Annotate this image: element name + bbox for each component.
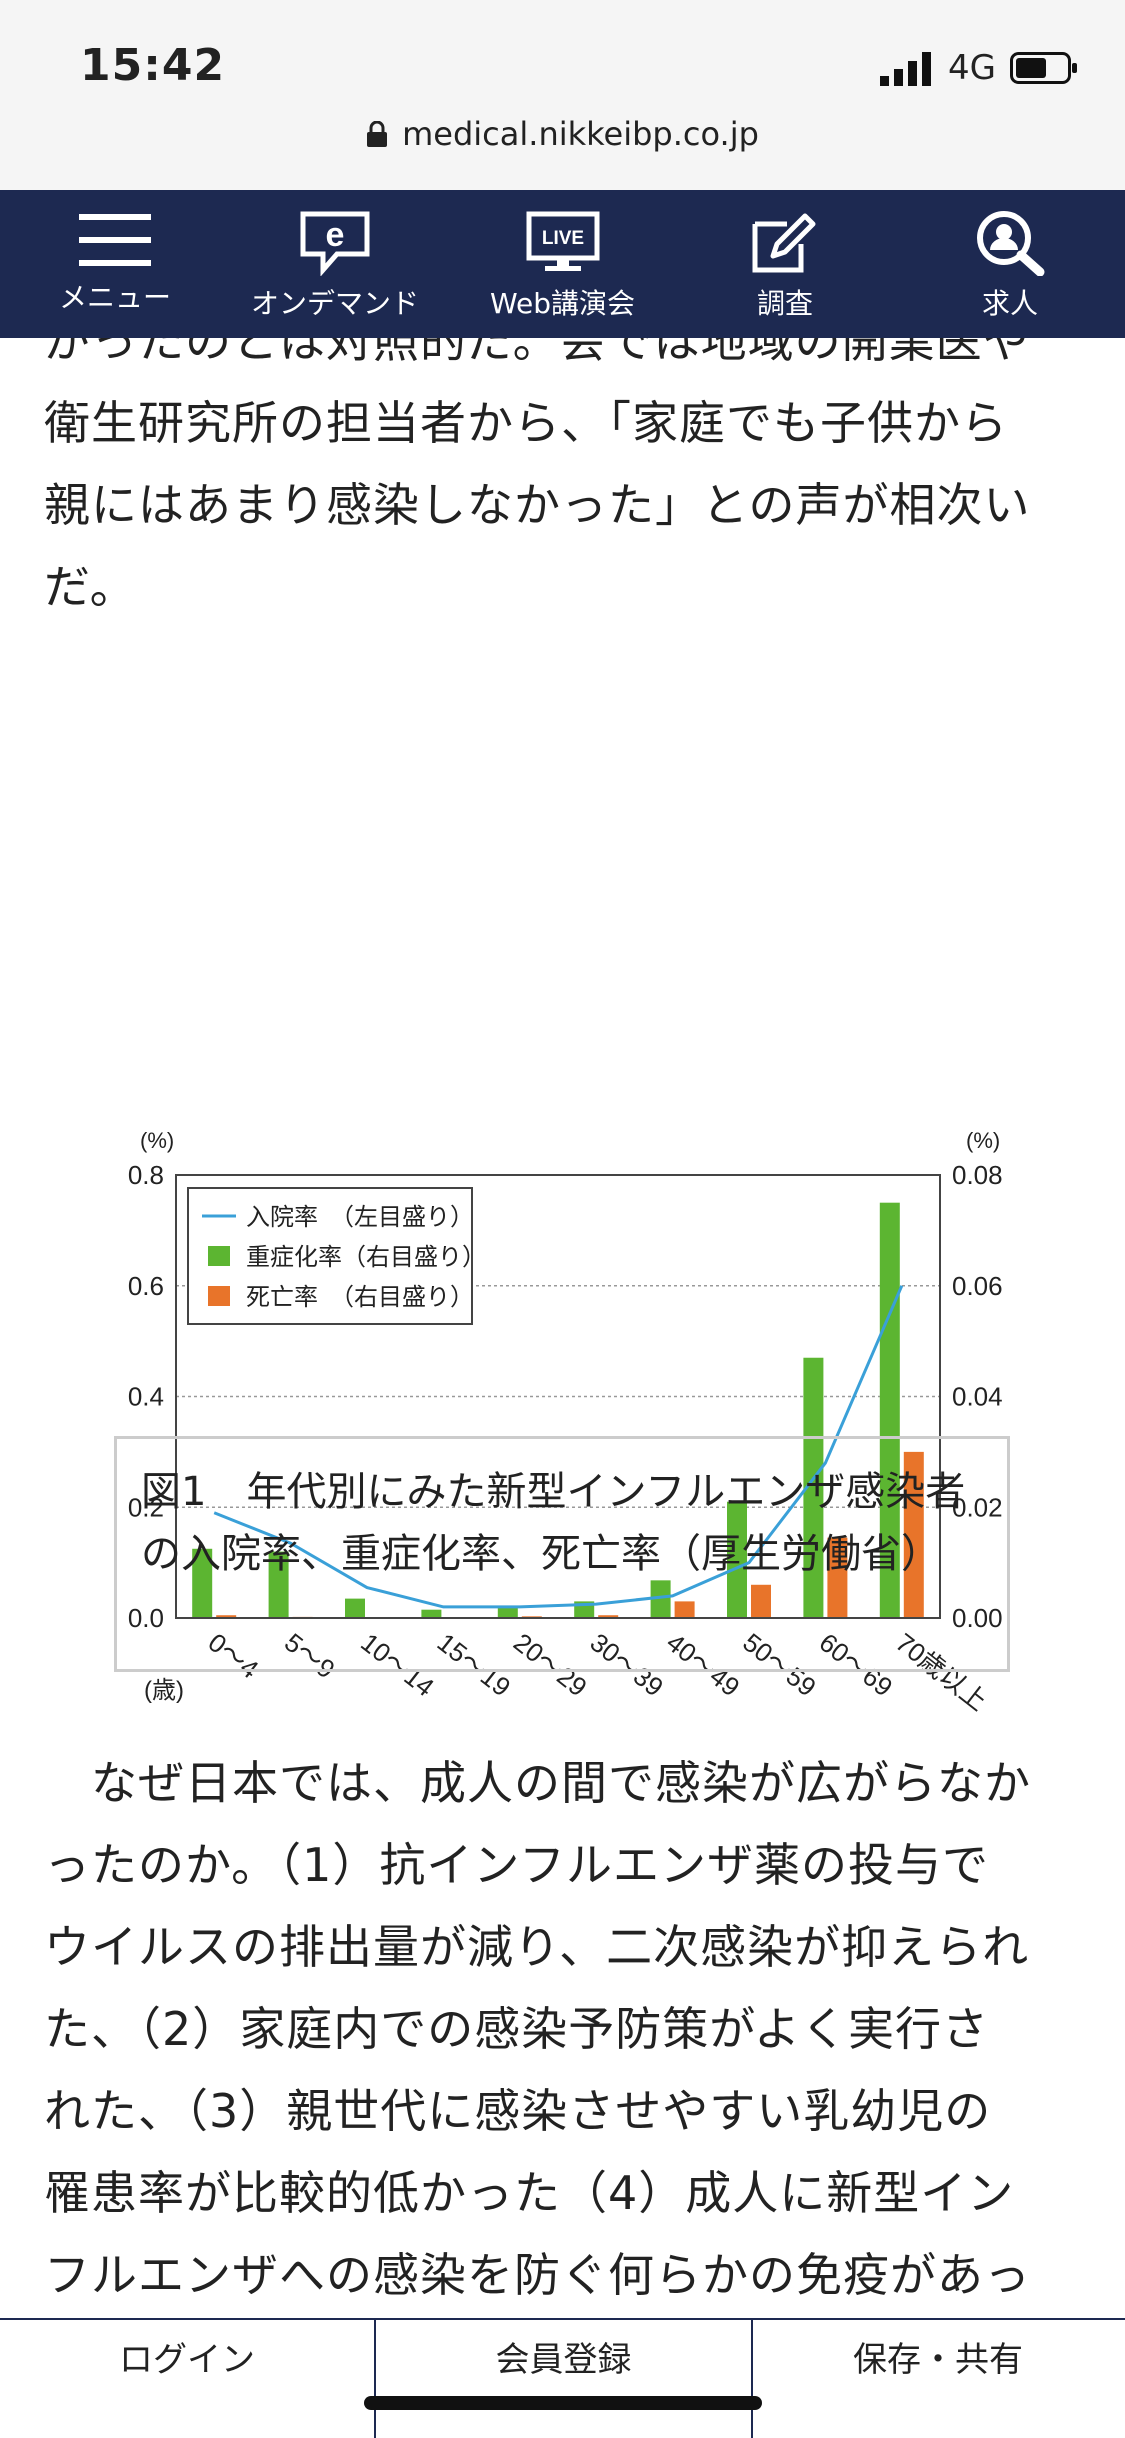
nav-menu[interactable]: メニュー [30, 190, 200, 338]
login-button[interactable]: ログイン [0, 2320, 374, 2438]
text-line: 親にはあまり感染しなかった」との声が相次い [44, 478, 1031, 532]
home-indicator [364, 2396, 762, 2410]
text-line: れた、（3）親世代に感染させやすい乳幼児の [44, 2084, 992, 2138]
svg-text:LIVE: LIVE [541, 228, 583, 249]
e-chat-icon: e [300, 211, 370, 276]
text-line: 罹患率が比較的低かった（4）成人に新型イン [44, 2166, 1015, 2220]
nav-jobs[interactable]: 求人 [935, 190, 1085, 338]
url-text: medical.nikkeibp.co.jp [402, 115, 759, 153]
text-line: ウイルスの排出量が減り、二次感染が抑えられ [44, 1920, 1030, 1974]
nav-on-demand[interactable]: e オンデマンド [240, 190, 430, 338]
site-navbar: メニュー e オンデマンド LIVE Web講演会 調査 求人 [0, 190, 1125, 338]
status-bar: 15:42 4G medical.nikkeibp.co.jp [0, 0, 1125, 190]
menu-icon [79, 214, 151, 266]
legend-label: 入院率 （左目盛り） [246, 1203, 474, 1231]
text-line: た、（2）家庭内での感染予防策がよく実行さ [44, 2002, 989, 2056]
live-monitor-icon: LIVE [526, 211, 599, 271]
bottom-bar: ログイン 会員登録 保存・共有 [0, 2318, 1125, 2438]
article-content: がったのとは対照的だ。会では地域の開業医や 衛生研究所の担当者から、「家庭でも子… [0, 338, 1125, 2318]
network-type: 4G [948, 48, 996, 88]
nav-label: オンデマンド [250, 287, 419, 320]
nav-label: Web講演会 [489, 287, 636, 320]
figure-caption: 図1 年代別にみた新型インフルエンザ感染者の入院率、重症化率、死亡率（厚生労働省… [114, 1436, 1010, 1672]
right-axis-unit: (%) [966, 1128, 1000, 1153]
register-button[interactable]: 会員登録 [374, 2320, 753, 2438]
text-line: フルエンザへの感染を防ぐ何らかの免疫があっ [44, 2248, 1031, 2302]
lock-icon [367, 121, 388, 147]
address-bar[interactable]: medical.nikkeibp.co.jp [0, 115, 1125, 153]
status-time: 15:42 [80, 40, 226, 91]
right-tick-label: 0.08 [952, 1160, 1003, 1190]
left-axis-unit: (%) [140, 1128, 174, 1153]
nav-label: メニュー [58, 281, 171, 314]
left-tick-label: 0.4 [128, 1382, 164, 1412]
battery-icon [1010, 52, 1077, 84]
text-line: 衛生研究所の担当者から、「家庭でも子供から [44, 396, 1008, 450]
article-paragraph: なぜ日本では、成人の間で感染が広がらなか ったのか。（1）抗インフルエンザ薬の投… [44, 1742, 1084, 2316]
right-tick-label: 0.04 [952, 1382, 1003, 1412]
nav-label: 求人 [981, 287, 1038, 320]
nav-survey[interactable]: 調査 [710, 190, 860, 338]
save-share-button[interactable]: 保存・共有 [751, 2320, 1125, 2438]
text-line: だ。 [44, 560, 137, 614]
edit-icon [752, 213, 816, 273]
nav-web-lecture[interactable]: LIVE Web講演会 [470, 190, 655, 338]
legend-swatch [208, 1286, 230, 1306]
nav-label: 調査 [756, 287, 813, 320]
legend-swatch [208, 1246, 230, 1266]
text-line: なぜ日本では、成人の間で感染が広がらなか [44, 1756, 1031, 1810]
svg-text:e: e [326, 216, 345, 254]
signal-icon [880, 52, 931, 86]
text-line: がったのとは対照的だ。会では地域の開業医や [44, 338, 1030, 368]
search-person-icon [977, 211, 1045, 276]
left-tick-label: 0.6 [128, 1271, 164, 1301]
legend-label: 死亡率 （右目盛り） [246, 1283, 474, 1311]
right-tick-label: 0.06 [952, 1271, 1003, 1301]
legend-label: 重症化率（右目盛り） [246, 1243, 486, 1271]
x-axis-unit: (歳) [144, 1677, 184, 1704]
article-paragraph: がったのとは対照的だ。会では地域の開業医や 衛生研究所の担当者から、「家庭でも子… [44, 338, 1084, 628]
text-line: ったのか。（1）抗インフルエンザ薬の投与で [44, 1838, 989, 1892]
left-tick-label: 0.8 [128, 1160, 164, 1190]
